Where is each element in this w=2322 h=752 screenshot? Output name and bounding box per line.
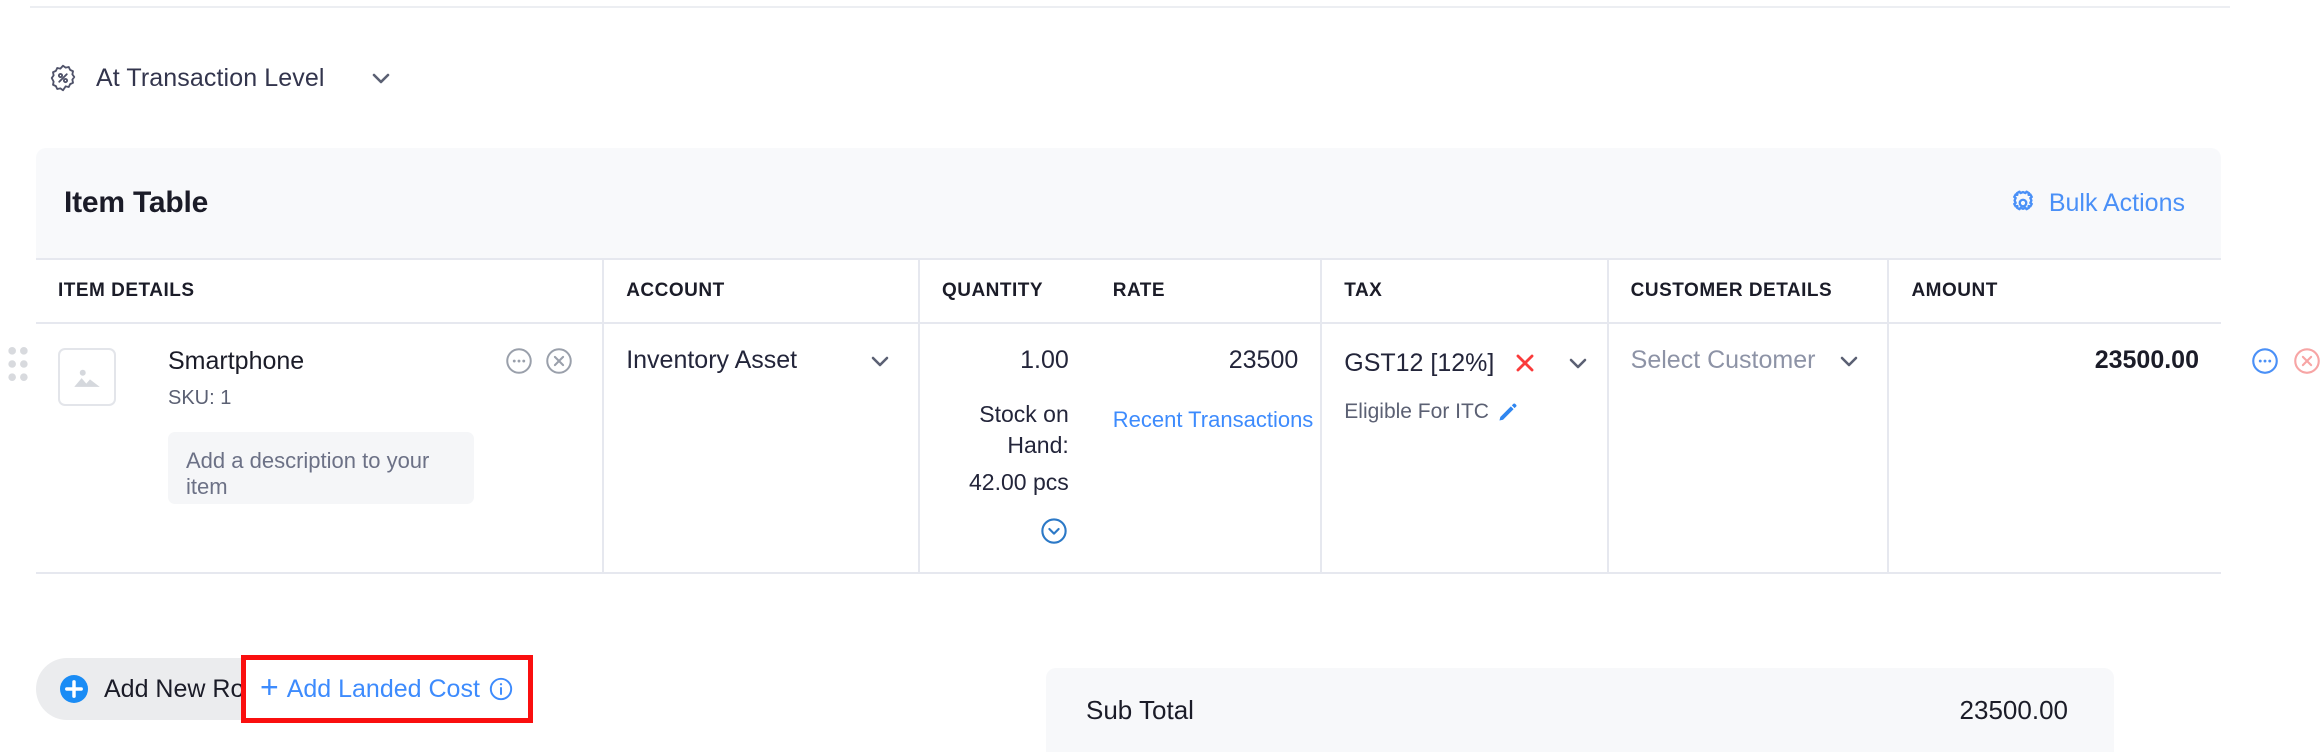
tax-value[interactable]: GST12 [12%] [1344, 349, 1494, 378]
item-sku: SKU: 1 [168, 387, 580, 410]
account-select[interactable]: Inventory Asset [626, 346, 896, 375]
column-header-rate: RATE [1091, 259, 1322, 323]
chevron-down-circle-icon [1039, 516, 1069, 546]
quantity-input[interactable]: 1.00 [942, 346, 1069, 375]
column-header-item-details: ITEM DETAILS [36, 259, 603, 323]
close-circle-icon[interactable] [544, 346, 574, 376]
column-header-tax: TAX [1321, 259, 1607, 323]
cell-customer-details: Select Customer [1608, 323, 1889, 573]
quantity-expand-button[interactable] [942, 516, 1069, 546]
ellipsis-circle-icon[interactable] [504, 346, 534, 376]
column-header-customer-details: CUSTOMER DETAILS [1608, 259, 1889, 323]
plus-icon: + [260, 671, 279, 703]
plus-circle-icon [58, 673, 90, 705]
column-header-quantity: QUANTITY [919, 259, 1091, 323]
drag-dots-icon[interactable] [6, 345, 30, 383]
cell-amount: 23500.00 [1888, 323, 2221, 573]
stock-on-hand-value: 42.00 pcs [942, 467, 1069, 498]
item-description-input[interactable]: Add a description to your item [168, 432, 474, 504]
image-placeholder-icon [58, 348, 116, 406]
account-value: Inventory Asset [626, 346, 797, 375]
row-side-actions [2250, 346, 2322, 376]
item-cell-actions [504, 346, 574, 376]
cell-quantity: 1.00 Stock on Hand: 42.00 pcs [919, 323, 1091, 573]
gear-icon [2009, 189, 2037, 217]
eligible-for-itc: Eligible For ITC [1344, 400, 1584, 424]
add-new-row-label: Add New Row [104, 675, 262, 704]
item-table-header: Item Table Bulk Actions [36, 148, 2221, 258]
transaction-level-selector[interactable]: At Transaction Level [48, 58, 393, 98]
eligible-for-itc-label: Eligible For ITC [1344, 400, 1489, 424]
column-header-account: ACCOUNT [603, 259, 919, 323]
table-header-row: ITEM DETAILS ACCOUNT QUANTITY RATE TAX C… [36, 259, 2221, 323]
cell-item-details: Smartphone SKU: 1 Add a description to y… [36, 323, 603, 573]
add-landed-cost-label: Add Landed Cost [287, 675, 480, 704]
page-title: Item Table [64, 186, 208, 220]
bulk-actions-button[interactable]: Bulk Actions [2009, 189, 2185, 218]
info-circle-icon[interactable] [488, 676, 514, 702]
percent-badge-icon [48, 63, 78, 93]
amount-value: 23500.00 [1911, 346, 2199, 375]
sub-total-panel: Sub Total 23500.00 [1046, 668, 2114, 752]
add-landed-cost-link[interactable]: + Add Landed Cost [241, 655, 533, 723]
chevron-down-icon [1837, 349, 1861, 373]
cell-account: Inventory Asset [603, 323, 919, 573]
table-row: Smartphone SKU: 1 Add a description to y… [36, 323, 2221, 573]
chevron-down-icon[interactable] [1566, 351, 1590, 375]
close-circle-icon[interactable] [2292, 346, 2322, 376]
top-divider [30, 6, 2230, 8]
item-table-page: At Transaction Level Item Table Bulk Act… [0, 0, 2322, 752]
customer-select[interactable]: Select Customer [1631, 346, 1866, 375]
customer-placeholder: Select Customer [1631, 346, 1816, 375]
ellipsis-circle-icon[interactable] [2250, 346, 2280, 376]
rate-input[interactable]: 23500 [1113, 346, 1299, 375]
cell-tax: GST12 [12%] [1321, 323, 1607, 573]
column-header-amount: AMOUNT [1888, 259, 2221, 323]
chevron-down-icon [868, 349, 892, 373]
cell-rate: 23500 Recent Transactions [1091, 323, 1322, 573]
recent-transactions-link[interactable]: Recent Transactions [1113, 407, 1299, 433]
x-icon[interactable] [1494, 350, 1538, 376]
item-table: ITEM DETAILS ACCOUNT QUANTITY RATE TAX C… [36, 258, 2221, 574]
item-table-card: Item Table Bulk Actions ITEM DETAILS ACC… [36, 148, 2221, 574]
transaction-level-label: At Transaction Level [96, 64, 325, 93]
sub-total-label: Sub Total [1086, 695, 1194, 726]
stock-on-hand-label: Stock on Hand: [942, 399, 1069, 461]
sub-total-value: 23500.00 [1960, 695, 2068, 726]
chevron-down-icon[interactable] [343, 66, 393, 90]
bulk-actions-label: Bulk Actions [2049, 189, 2185, 218]
pencil-icon[interactable] [1497, 401, 1519, 423]
